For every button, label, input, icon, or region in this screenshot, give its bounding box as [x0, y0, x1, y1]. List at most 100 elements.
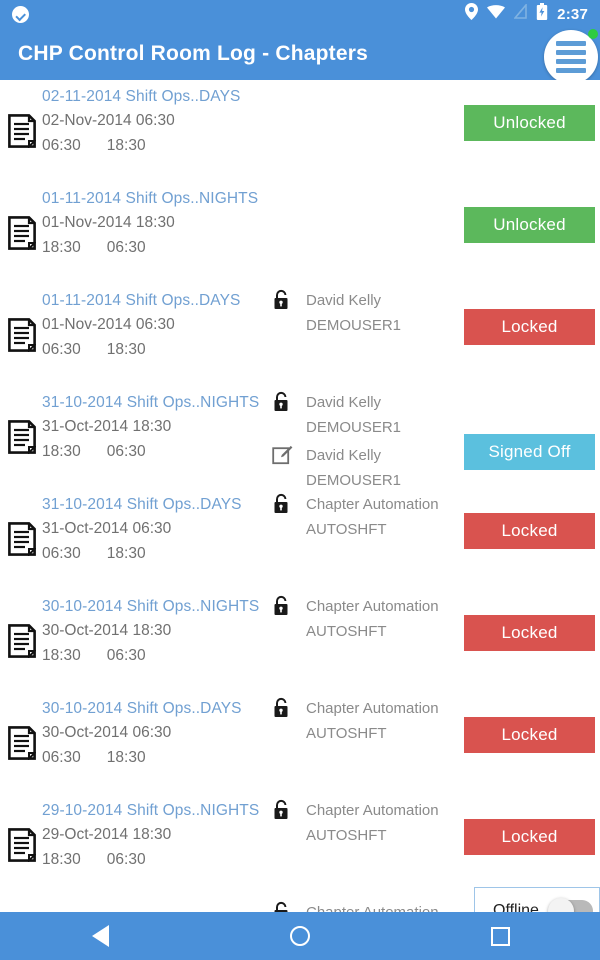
audit-entry: Chapter Automation: [264, 900, 454, 912]
document-icon: [8, 318, 38, 354]
chapter-row[interactable]: 30-10-2014 Shift Ops..DAYS 30-Oct-2014 06…: [0, 692, 600, 794]
menu-bar-3: [556, 59, 586, 64]
chapter-start-datetime: 31-Oct-2014 18:30: [42, 418, 172, 435]
audit-user-name: David Kelly: [306, 292, 382, 309]
audit-user-id: AUTOSHFT: [306, 725, 387, 742]
chapter-audit-list: Chapter Automation AUTOSHFT: [264, 692, 454, 746]
nav-recents-button[interactable]: [400, 912, 600, 960]
open-padlock-icon: [272, 901, 292, 912]
chapter-time-to: 18:30: [106, 341, 146, 358]
location-pin-icon: [465, 3, 479, 25]
status-badge[interactable]: Locked: [464, 615, 595, 651]
open-padlock-icon: [272, 391, 292, 413]
chapter-title-link[interactable]: 31-10-2014 Shift Ops..NIGHTS: [42, 392, 262, 414]
status-badge[interactable]: Signed Off: [464, 434, 595, 470]
chapter-row[interactable]: 31-10-2014 Shift Ops..NIGHTS 31-Oct-2014 …: [0, 386, 600, 489]
wifi-icon: [487, 4, 506, 24]
document-icon: [8, 114, 38, 150]
audit-user-id: AUTOSHFT: [306, 623, 387, 640]
chapter-time-range: 06:30 18:30: [42, 337, 262, 362]
status-badge[interactable]: Locked: [464, 717, 595, 753]
chapter-title-link[interactable]: 30-10-2014 Shift Ops..NIGHTS: [42, 596, 262, 618]
chapter-row[interactable]: 02-11-2014 Shift Ops..DAYS 02-Nov-2014 06…: [0, 80, 600, 182]
chapter-start-datetime: 31-Oct-2014 06:30: [42, 520, 172, 537]
chapter-start-datetime: 29-Oct-2014 18:30: [42, 826, 172, 843]
android-nav-bar: [0, 912, 600, 960]
audit-entry: David Kelly DEMOUSER1: [264, 443, 454, 493]
document-icon: [8, 726, 38, 762]
status-badge[interactable]: Locked: [464, 309, 595, 345]
status-bar-right: 2:37: [465, 2, 588, 25]
chapter-title-link[interactable]: 29-10-2014 Shift Ops..NIGHTS: [42, 800, 262, 822]
battery-charging-icon: [536, 3, 548, 25]
chapter-title-link[interactable]: 01-11-2014 Shift Ops..NIGHTS: [42, 188, 262, 210]
recents-square-icon: [490, 926, 510, 946]
nav-home-button[interactable]: [200, 912, 400, 960]
chapter-audit-list: Chapter Automation AUTOSHFT: [264, 590, 454, 644]
chapter-details: 02-11-2014 Shift Ops..DAYS 02-Nov-2014 06…: [42, 86, 262, 158]
chapter-time-from: 06:30: [42, 545, 81, 562]
chapter-time-range: 18:30 06:30: [42, 235, 262, 260]
chapter-time-from: 06:30: [42, 137, 81, 154]
chapter-start-datetime: 30-Oct-2014 18:30: [42, 622, 172, 639]
status-badge[interactable]: Unlocked: [464, 105, 595, 141]
audit-user-name: Chapter Automation: [306, 900, 454, 912]
status-badge[interactable]: Locked: [464, 513, 595, 549]
chapter-time-range: 18:30 06:30: [42, 439, 262, 464]
chapter-time-from: 18:30: [42, 443, 81, 460]
chapter-time-from: 06:30: [42, 749, 81, 766]
chapter-title-link[interactable]: 01-11-2014 Shift Ops..DAYS: [42, 290, 262, 312]
home-circle-icon: [290, 926, 310, 946]
status-bar: 2:37: [0, 0, 600, 28]
chapter-time-range: 18:30 06:30: [42, 643, 262, 668]
check-circle-icon: [12, 5, 29, 23]
chapter-time-to: 18:30: [106, 545, 146, 562]
open-padlock-icon: [272, 493, 292, 515]
chapter-title-link[interactable]: 31-10-2014 Shift Ops..DAYS: [42, 494, 262, 516]
chapter-time-from: 18:30: [42, 239, 81, 256]
audit-user-name: Chapter Automation: [306, 700, 439, 717]
status-badge[interactable]: Locked: [464, 819, 595, 855]
page-title: CHP Control Room Log - Chapters: [18, 42, 368, 65]
status-badge[interactable]: Unlocked: [464, 207, 595, 243]
chapter-audit-list: Chapter Automation: [264, 896, 454, 912]
audit-entry: Chapter Automation AUTOSHFT: [264, 798, 454, 848]
audit-entry: David Kelly DEMOUSER1: [264, 288, 454, 338]
chapter-row[interactable]: 01-11-2014 Shift Ops..NIGHTS 01-Nov-2014 …: [0, 182, 600, 284]
chapter-audit-list: Chapter Automation AUTOSHFT: [264, 794, 454, 848]
app-screen: 2:37 CHP Control Room Log - Chapters 02-…: [0, 0, 600, 960]
edit-square-icon: [272, 445, 293, 466]
audit-entry: Chapter Automation AUTOSHFT: [264, 696, 454, 746]
chapter-time-range: 06:30 18:30: [42, 541, 262, 566]
chapter-title-link[interactable]: 02-11-2014 Shift Ops..DAYS: [42, 86, 262, 108]
audit-user-name: Chapter Automation: [306, 598, 439, 615]
chapter-time-to: 06:30: [106, 239, 146, 256]
chapter-details: 30-10-2014 Shift Ops..NIGHTS 30-Oct-2014 …: [42, 596, 262, 668]
chapter-details: 31-10-2014 Shift Ops..DAYS 31-Oct-2014 06…: [42, 494, 262, 566]
chapter-row[interactable]: 01-11-2014 Shift Ops..DAYS 01-Nov-2014 06…: [0, 284, 600, 386]
app-bar: CHP Control Room Log - Chapters: [0, 28, 600, 80]
chapter-time-range: 18:30 06:30: [42, 847, 262, 872]
audit-user-id: DEMOUSER1: [306, 317, 402, 334]
back-triangle-icon: [91, 925, 109, 947]
chapter-row[interactable]: 31-10-2014 Shift Ops..DAYS 31-Oct-2014 06…: [0, 488, 600, 590]
nav-back-button[interactable]: [0, 912, 200, 960]
chapter-row[interactable]: 29-10-2014 Shift Ops..NIGHTS 29-Oct-2014 …: [0, 794, 600, 896]
status-bar-clock: 2:37: [557, 5, 588, 23]
audit-user-id: AUTOSHFT: [306, 827, 387, 844]
status-bar-left: [12, 5, 29, 23]
menu-status-badge: [588, 29, 598, 39]
chapter-details: 30-10-2014 Shift Ops..DAYS 30-Oct-2014 06…: [42, 698, 262, 770]
menu-bar-1: [556, 41, 586, 46]
document-icon: [8, 216, 38, 252]
menu-bar-2: [556, 50, 586, 55]
chapter-title-link[interactable]: 30-10-2014 Shift Ops..DAYS: [42, 698, 262, 720]
chapter-time-from: 06:30: [42, 341, 81, 358]
chapter-list[interactable]: 02-11-2014 Shift Ops..DAYS 02-Nov-2014 06…: [0, 80, 600, 912]
document-icon: [8, 522, 38, 558]
chapter-audit-list: David Kelly DEMOUSER1 David Kelly DEMOUSER1: [264, 386, 454, 493]
chapter-time-to: 06:30: [106, 851, 146, 868]
audit-user-id: DEMOUSER1: [306, 419, 402, 436]
chapter-row[interactable]: 30-10-2014 Shift Ops..NIGHTS 30-Oct-2014 …: [0, 590, 600, 692]
audit-entry: Chapter Automation AUTOSHFT: [264, 492, 454, 542]
